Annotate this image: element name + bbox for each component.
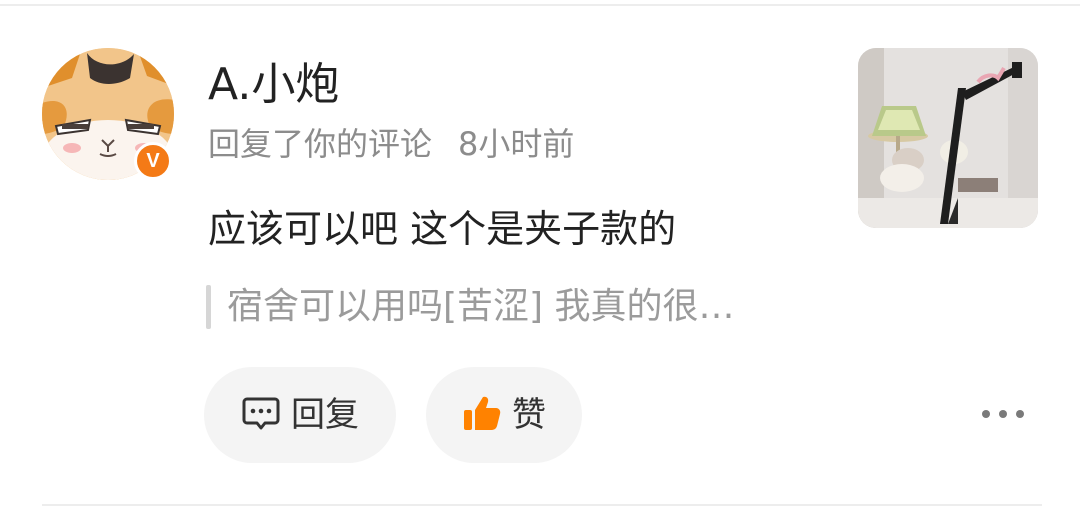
dot	[999, 410, 1007, 418]
reply-button[interactable]: 回复	[204, 367, 396, 463]
notification-meta: 回复了你的评论 8小时前	[208, 124, 574, 164]
like-label: 赞	[512, 395, 546, 435]
quoted-comment[interactable]: 宿舍可以用吗[苦涩] 我真的很…	[206, 284, 735, 330]
thumbs-up-icon	[462, 393, 502, 437]
username[interactable]: A.小炮	[208, 58, 339, 112]
verified-badge: V	[134, 142, 172, 180]
thumbnail-image	[858, 48, 1038, 228]
bottom-divider	[42, 504, 1042, 506]
dot	[1016, 410, 1024, 418]
quote-bar	[206, 285, 211, 329]
action-text: 回复了你的评论	[208, 125, 433, 163]
dot	[982, 410, 990, 418]
verified-badge-letter: V	[146, 149, 160, 172]
post-thumbnail[interactable]	[858, 48, 1038, 228]
like-button[interactable]: 赞	[426, 367, 582, 463]
timestamp: 8小时前	[458, 125, 575, 163]
top-divider	[0, 4, 1080, 6]
more-dots-icon[interactable]	[982, 404, 1024, 424]
quoted-comment-text: 宿舍可以用吗[苦涩] 我真的很…	[227, 286, 735, 327]
comment-bubble-icon	[241, 393, 281, 437]
reply-comment-text[interactable]: 应该可以吧 这个是夹子款的	[208, 204, 676, 254]
reply-label: 回复	[291, 395, 359, 435]
